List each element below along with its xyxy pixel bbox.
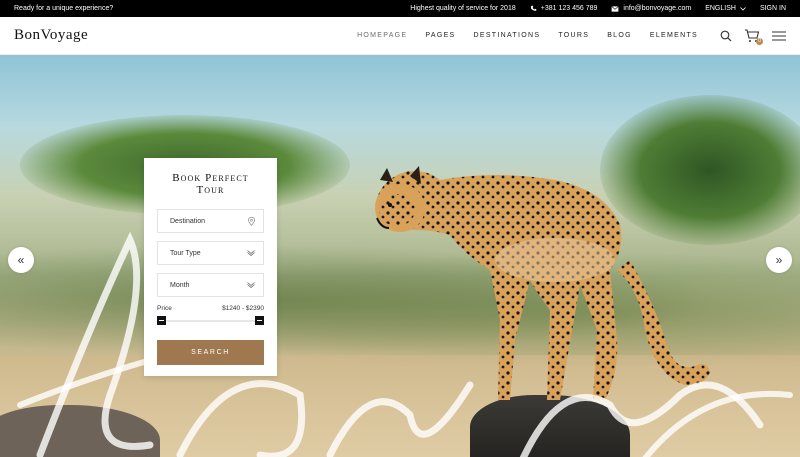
quality-text: Highest quality of service for 2018 (410, 5, 516, 12)
form-title: Book Perfect Tour (172, 172, 249, 196)
location-pin-icon (248, 216, 255, 226)
logo[interactable]: BonVoyage (14, 27, 88, 44)
price-range-slider[interactable] (157, 316, 264, 326)
tour-type-label: Tour Type (170, 249, 201, 257)
email-address: info@bonvoyage.com (623, 5, 692, 12)
search-icon[interactable] (720, 30, 732, 42)
nav-homepage[interactable]: HOMEPAGE (357, 32, 407, 39)
email-contact[interactable]: info@bonvoyage.com (611, 5, 691, 12)
decorative-script-lettering (17, 231, 793, 457)
nav-elements[interactable]: ELEMENTS (650, 32, 698, 39)
hero-slider: « » (0, 55, 800, 457)
envelope-icon (611, 5, 619, 12)
nav-blog[interactable]: BLOG (607, 32, 632, 39)
slider-min-handle[interactable] (157, 316, 166, 325)
month-label: Month (170, 281, 190, 289)
signin-link[interactable]: SIGN IN (760, 5, 786, 12)
phone-icon (530, 5, 537, 11)
destination-placeholder: Destination (170, 217, 206, 225)
chevron-down-icon (247, 250, 255, 256)
nav-tours[interactable]: TOURS (558, 32, 589, 39)
top-bar-right: Highest quality of service for 2018 +381… (410, 5, 786, 12)
main-header: BonVoyage HOMEPAGE PAGES DESTINATIONS TO… (0, 17, 800, 55)
slider-prev-button[interactable]: « (8, 247, 34, 273)
chevron-left-icon: « (17, 253, 25, 267)
nav-pages[interactable]: PAGES (425, 32, 455, 39)
cart-button[interactable]: 0 (744, 28, 763, 45)
slider-track (157, 320, 264, 322)
cart-count-badge: 0 (756, 37, 763, 45)
slider-max-handle[interactable] (255, 316, 264, 325)
hamburger-menu-icon[interactable] (772, 30, 786, 41)
price-range-value: $1240 - $2390 (222, 305, 264, 312)
slider-next-button[interactable]: » (766, 247, 792, 273)
phone-number: +381 123 456 789 (540, 5, 598, 12)
chevron-right-icon: » (775, 253, 783, 267)
price-row: Price $1240 - $2390 (157, 305, 264, 312)
chevron-down-icon (247, 282, 255, 288)
language-label: ENGLISH (705, 5, 736, 12)
chevron-down-icon (740, 6, 746, 11)
nav-destinations[interactable]: DESTINATIONS (474, 32, 541, 39)
month-select[interactable]: Month (157, 273, 264, 297)
top-bar: Ready for a unique experience? Highest q… (0, 0, 800, 17)
price-label: Price (157, 305, 172, 312)
search-button[interactable]: SEARCH (157, 340, 264, 365)
header-icons: 0 (720, 28, 786, 45)
book-tour-form: Book Perfect Tour Destination Tour Type … (144, 158, 277, 376)
main-nav: HOMEPAGE PAGES DESTINATIONS TOURS BLOG E… (339, 32, 698, 39)
destination-field[interactable]: Destination (157, 209, 264, 233)
phone-contact[interactable]: +381 123 456 789 (530, 5, 598, 12)
language-selector[interactable]: ENGLISH (705, 5, 746, 12)
tagline: Ready for a unique experience? (14, 5, 114, 12)
tour-type-select[interactable]: Tour Type (157, 241, 264, 265)
